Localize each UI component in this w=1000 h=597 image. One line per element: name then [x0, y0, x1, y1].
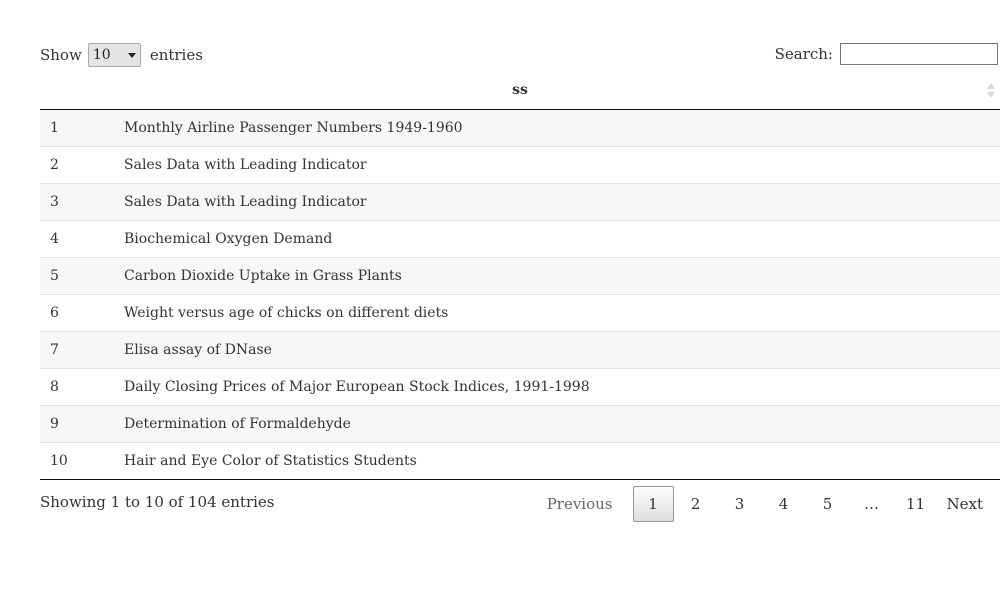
page-length-control: Show 10 entries: [40, 42, 203, 68]
page-button[interactable]: 3: [718, 486, 762, 522]
row-title: Carbon Dioxide Uptake in Grass Plants: [124, 268, 402, 284]
entries-label: entries: [149, 46, 203, 64]
row-title: Monthly Airline Passenger Numbers 1949-1…: [124, 120, 463, 136]
search-label: Search:: [774, 45, 833, 63]
page-length-value: 10: [92, 47, 111, 63]
table-row: 2 Sales Data with Leading Indicator: [40, 146, 1000, 183]
row-index: 8: [50, 379, 59, 395]
table-info: Showing 1 to 10 of 104 entries: [40, 493, 275, 511]
row-index: 6: [50, 305, 59, 321]
row-title: Sales Data with Leading Indicator: [124, 194, 367, 210]
row-title: Hair and Eye Color of Statistics Student…: [124, 453, 417, 469]
pagination-ellipsis: …: [864, 495, 879, 513]
pagination: Previous 1 2 3 4 5 … 11 Next: [534, 486, 1000, 522]
row-index: 7: [50, 342, 59, 358]
row-index: 3: [50, 194, 59, 210]
search-input[interactable]: [840, 43, 998, 65]
table-footer: Showing 1 to 10 of 104 entries Previous …: [40, 486, 1000, 522]
row-index: 5: [50, 268, 59, 284]
sort-icon[interactable]: [986, 83, 996, 99]
row-index: 9: [50, 416, 59, 432]
table-row: 5 Carbon Dioxide Uptake in Grass Plants: [40, 257, 1000, 294]
table-row: 4 Biochemical Oxygen Demand: [40, 220, 1000, 257]
search-control: Search:: [775, 42, 998, 66]
table-row: 9 Determination of Formaldehyde: [40, 405, 1000, 442]
row-title: Biochemical Oxygen Demand: [124, 231, 333, 247]
chevron-down-icon: [127, 52, 136, 58]
column-header-ss[interactable]: ss: [40, 82, 1000, 98]
show-label: Show: [40, 46, 82, 64]
sort-up-icon: [987, 83, 995, 89]
page-button-current[interactable]: 1: [632, 486, 674, 522]
table-header[interactable]: ss: [40, 73, 1000, 110]
page-button[interactable]: 2: [674, 486, 718, 522]
row-index: 10: [50, 453, 68, 469]
row-index: 1: [50, 120, 59, 136]
row-index: 2: [50, 157, 59, 173]
table-row: 6 Weight versus age of chicks on differe…: [40, 294, 1000, 331]
row-index: 4: [50, 231, 59, 247]
table-row: 3 Sales Data with Leading Indicator: [40, 183, 1000, 220]
data-table: ss 1 Monthly Airline Passenger Numbers 1…: [40, 73, 1000, 480]
row-title: Elisa assay of DNase: [124, 342, 272, 358]
page-button[interactable]: 5: [806, 486, 850, 522]
page-length-select[interactable]: 10: [87, 43, 141, 67]
table-body: 1 Monthly Airline Passenger Numbers 1949…: [40, 110, 1000, 480]
previous-button[interactable]: Previous: [534, 486, 633, 522]
row-title: Determination of Formaldehyde: [124, 416, 351, 432]
page-button[interactable]: 4: [762, 486, 806, 522]
table-row: 1 Monthly Airline Passenger Numbers 1949…: [40, 110, 1000, 146]
table-row: 8 Daily Closing Prices of Major European…: [40, 368, 1000, 405]
row-title: Sales Data with Leading Indicator: [124, 157, 367, 173]
page-button-last[interactable]: 11: [894, 486, 938, 522]
row-title: Weight versus age of chicks on different…: [124, 305, 449, 321]
table-controls: Show 10 entries Search:: [40, 42, 1000, 68]
row-title: Daily Closing Prices of Major European S…: [124, 379, 590, 395]
table-row: 10 Hair and Eye Color of Statistics Stud…: [40, 442, 1000, 479]
table-row: 7 Elisa assay of DNase: [40, 331, 1000, 368]
sort-down-icon: [987, 92, 995, 98]
next-button[interactable]: Next: [938, 486, 1000, 522]
